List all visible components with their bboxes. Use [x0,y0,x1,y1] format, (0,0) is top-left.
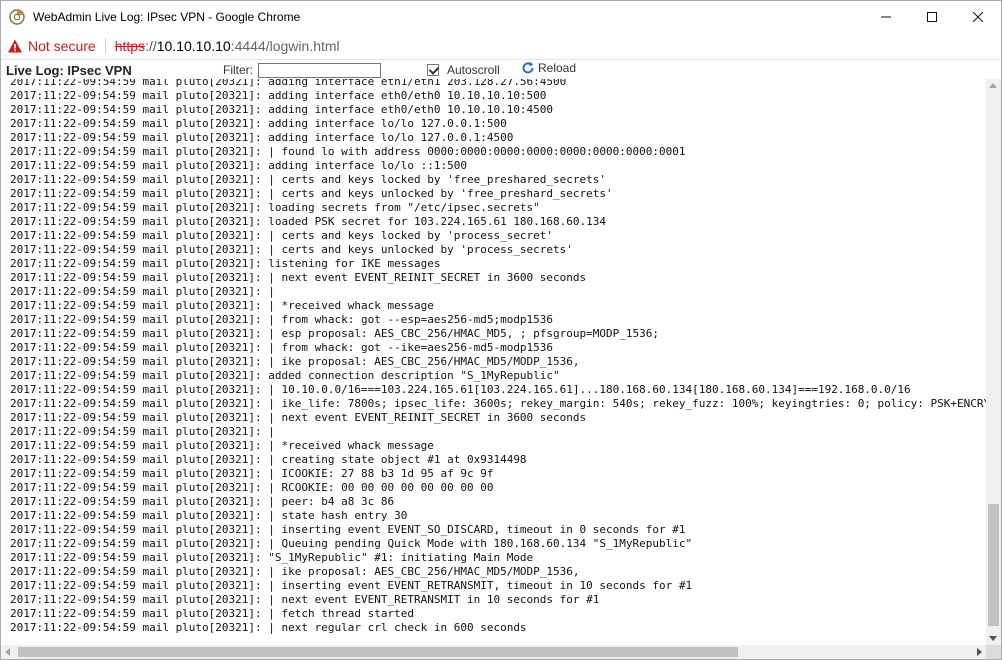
maximize-icon [927,12,937,22]
window-title: WebAdmin Live Log: IPsec VPN - Google Ch… [33,10,301,24]
filter-label: Filter: [223,63,253,77]
log-line: 2017:11:22-09:54:59 mail pluto[20321]: |… [10,173,607,186]
close-icon [973,12,983,22]
log-line: 2017:11:22-09:54:59 mail pluto[20321]: |… [10,397,986,410]
autoscroll-toggle[interactable]: Autoscroll [427,63,500,77]
log-line: 2017:11:22-09:54:59 mail pluto[20321]: |… [10,621,527,634]
url-host: 10.10.10.10 [156,38,231,54]
log-line: 2017:11:22-09:54:59 mail pluto[20321]: |… [10,537,693,550]
log-line: 2017:11:22-09:54:59 mail pluto[20321]: |… [10,523,686,536]
reload-icon [522,61,534,74]
log-line: 2017:11:22-09:54:59 mail pluto[20321]: |… [10,229,554,242]
log-line: 2017:11:22-09:54:59 mail pluto[20321]: |… [10,607,414,620]
reload-label[interactable]: Reload [538,61,576,75]
horizontal-scrollbar[interactable] [1,645,986,659]
log-line: 2017:11:22-09:54:59 mail pluto[20321]: |… [10,299,434,312]
log-line: 2017:11:22-09:54:59 mail pluto[20321]: a… [10,131,514,144]
log-line: 2017:11:22-09:54:59 mail pluto[20321]: |… [10,481,494,494]
scroll-up-arrow-icon[interactable] [989,83,997,88]
log-line: 2017:11:22-09:54:59 mail pluto[20321]: |… [10,271,587,284]
log-line: 2017:11:22-09:54:59 mail pluto[20321]: l… [10,257,441,270]
minimize-button[interactable] [863,1,909,33]
scrollbar-corner [986,645,1001,659]
log-line: 2017:11:22-09:54:59 mail pluto[20321]: |… [10,187,613,200]
warning-icon[interactable] [7,38,23,54]
log-line: 2017:11:22-09:54:59 mail pluto[20321]: |… [10,145,686,158]
log-line: 2017:11:22-09:54:59 mail pluto[20321]: |… [10,495,395,508]
log-line: 2017:11:22-09:54:59 mail pluto[20321]: |… [10,341,554,354]
url-separator: :// [145,38,157,54]
log-line: 2017:11:22-09:54:59 mail pluto[20321]: |… [10,439,434,452]
close-button[interactable] [955,1,1001,33]
log-line: 2017:11:22-09:54:59 mail pluto[20321]: |… [10,243,573,256]
minimize-icon [881,16,891,18]
log-line: 2017:11:22-09:54:59 mail pluto[20321]: |… [10,453,527,466]
log-toolbar: Live Log: IPsec VPN Filter: Autoscroll R… [1,61,1001,79]
log-output[interactable]: 2017:11:22-09:54:59 mail pluto[20321]: a… [1,79,986,645]
log-line: 2017:11:22-09:54:59 mail pluto[20321]: |… [10,593,600,606]
address-divider [104,38,106,54]
address-bar[interactable]: Not secure https://10.10.10.10:4444/logw… [1,33,1001,60]
log-line: 2017:11:22-09:54:59 mail pluto[20321]: a… [10,369,560,382]
chrome-app-icon [9,9,25,25]
horizontal-scroll-thumb[interactable] [18,647,738,657]
log-line: 2017:11:22-09:54:59 mail pluto[20321]: |… [10,579,693,592]
scroll-right-arrow-icon[interactable] [977,648,982,656]
title-bar: WebAdmin Live Log: IPsec VPN - Google Ch… [1,1,1001,33]
log-line: 2017:11:22-09:54:59 mail pluto[20321]: l… [10,201,540,214]
log-line: 2017:11:22-09:54:59 mail pluto[20321]: a… [10,79,567,88]
scroll-left-arrow-icon[interactable] [5,648,10,656]
log-title: Live Log: IPsec VPN [6,62,132,78]
url-path: :4444/logwin.html [230,38,340,54]
log-line: 2017:11:22-09:54:59 mail pluto[20321]: |… [10,411,587,424]
log-line: 2017:11:22-09:54:59 mail pluto[20321]: a… [10,117,507,130]
log-line: 2017:11:22-09:54:59 mail pluto[20321]: |… [10,313,554,326]
browser-window: WebAdmin Live Log: IPsec VPN - Google Ch… [0,0,1002,660]
log-line: 2017:11:22-09:54:59 mail pluto[20321]: l… [10,215,607,228]
vertical-scrollbar[interactable] [986,79,1001,645]
maximize-button[interactable] [909,1,955,33]
url-text[interactable]: https://10.10.10.10:4444/logwin.html [115,38,340,54]
url-scheme: https [114,38,146,54]
log-line: 2017:11:22-09:54:59 mail pluto[20321]: a… [10,159,467,172]
log-line: 2017:11:22-09:54:59 mail pluto[20321]: |… [10,509,408,522]
log-line: 2017:11:22-09:54:59 mail pluto[20321]: | [10,285,275,298]
log-line: 2017:11:22-09:54:59 mail pluto[20321]: |… [10,467,494,480]
log-line: 2017:11:22-09:54:59 mail pluto[20321]: a… [10,103,554,116]
log-line: 2017:11:22-09:54:59 mail pluto[20321]: "… [10,551,534,564]
log-line: 2017:11:22-09:54:59 mail pluto[20321]: | [10,425,275,438]
vertical-scroll-thumb[interactable] [988,504,999,626]
autoscroll-label[interactable]: Autoscroll [447,63,500,77]
autoscroll-checkbox[interactable] [427,64,439,76]
reload-button[interactable]: Reload [521,61,576,75]
log-line: 2017:11:22-09:54:59 mail pluto[20321]: a… [10,89,547,102]
log-line: 2017:11:22-09:54:59 mail pluto[20321]: |… [10,327,660,340]
log-line: 2017:11:22-09:54:59 mail pluto[20321]: |… [10,355,580,368]
filter-input[interactable] [258,63,381,78]
security-label[interactable]: Not secure [28,38,96,54]
log-line: 2017:11:22-09:54:59 mail pluto[20321]: |… [10,565,580,578]
scroll-down-arrow-icon[interactable] [989,636,997,641]
log-line: 2017:11:22-09:54:59 mail pluto[20321]: |… [10,383,911,396]
log-lines: 2017:11:22-09:54:59 mail pluto[20321]: a… [10,79,986,635]
